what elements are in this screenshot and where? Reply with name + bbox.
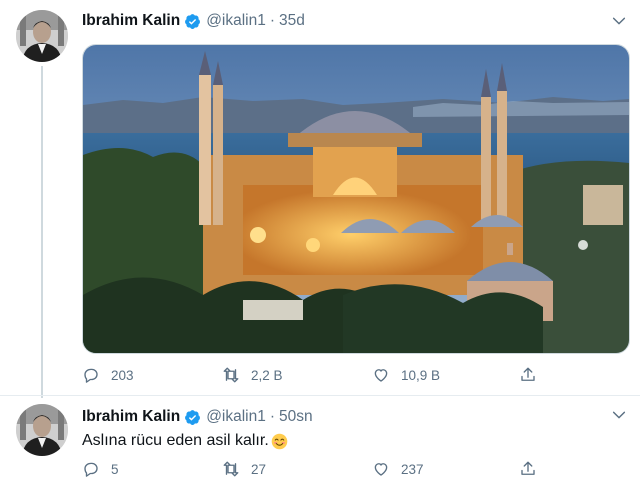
retweet-icon [223,367,239,383]
share-button[interactable] [519,460,537,478]
chevron-down-icon[interactable] [610,12,628,30]
chevron-down-icon[interactable] [610,406,628,424]
tweet-1[interactable]: Ibrahim Kalin @ikalin1 · 35d 203 2,2 B 1… [0,0,640,398]
like-count: 10,9 B [401,367,441,383]
smiling-face-emoji [271,433,288,449]
avatar[interactable] [16,404,68,456]
verified-badge-icon [185,409,201,425]
heart-icon [374,463,388,476]
avatar[interactable] [16,10,68,62]
like-button[interactable]: 10,9 B [372,366,440,384]
reply-button[interactable]: 203 [82,366,134,384]
author-name[interactable]: Ibrahim Kalin [82,12,180,30]
separator-dot: · [269,408,276,425]
author-handle[interactable]: @ikalin1 [206,408,266,426]
tweet-actions: 5 27 237 [82,458,552,480]
separator-dot: · [269,12,276,29]
reply-count: 203 [111,367,134,383]
tweet-actions: 203 2,2 B 10,9 B [82,364,552,386]
retweet-count: 27 [251,461,267,477]
tweet-2[interactable]: Ibrahim Kalin @ikalin1 · 50sn Aslına rüc… [0,396,640,492]
verified-badge-icon [185,13,201,29]
author-name[interactable]: Ibrahim Kalin [82,408,180,426]
share-button[interactable] [519,366,537,384]
tweet-text-row: Aslına rücu eden asil kalır. [82,432,288,450]
reply-count: 5 [111,461,119,477]
retweet-button[interactable]: 27 [222,460,266,478]
like-count: 237 [401,461,424,477]
heart-icon [374,369,388,382]
thread-line [41,66,43,398]
retweet-button[interactable]: 2,2 B [222,366,283,384]
reply-icon [84,368,98,383]
retweet-icon [223,461,239,477]
reply-icon [84,462,98,477]
tweet-text: Aslına rücu eden asil kalır. [82,432,269,449]
share-icon [521,367,535,381]
tweet-header: Ibrahim Kalin @ikalin1 · 50sn [82,406,313,428]
like-button[interactable]: 237 [372,460,424,478]
author-handle[interactable]: @ikalin1 [206,12,266,30]
tweet-timestamp[interactable]: 50sn [279,408,313,426]
tweet-timestamp[interactable]: 35d [279,12,305,30]
reply-button[interactable]: 5 [82,460,119,478]
share-icon [521,461,535,475]
retweet-count: 2,2 B [251,367,283,383]
tweet-photo[interactable] [82,44,630,354]
tweet-header: Ibrahim Kalin @ikalin1 · 35d [82,10,305,32]
